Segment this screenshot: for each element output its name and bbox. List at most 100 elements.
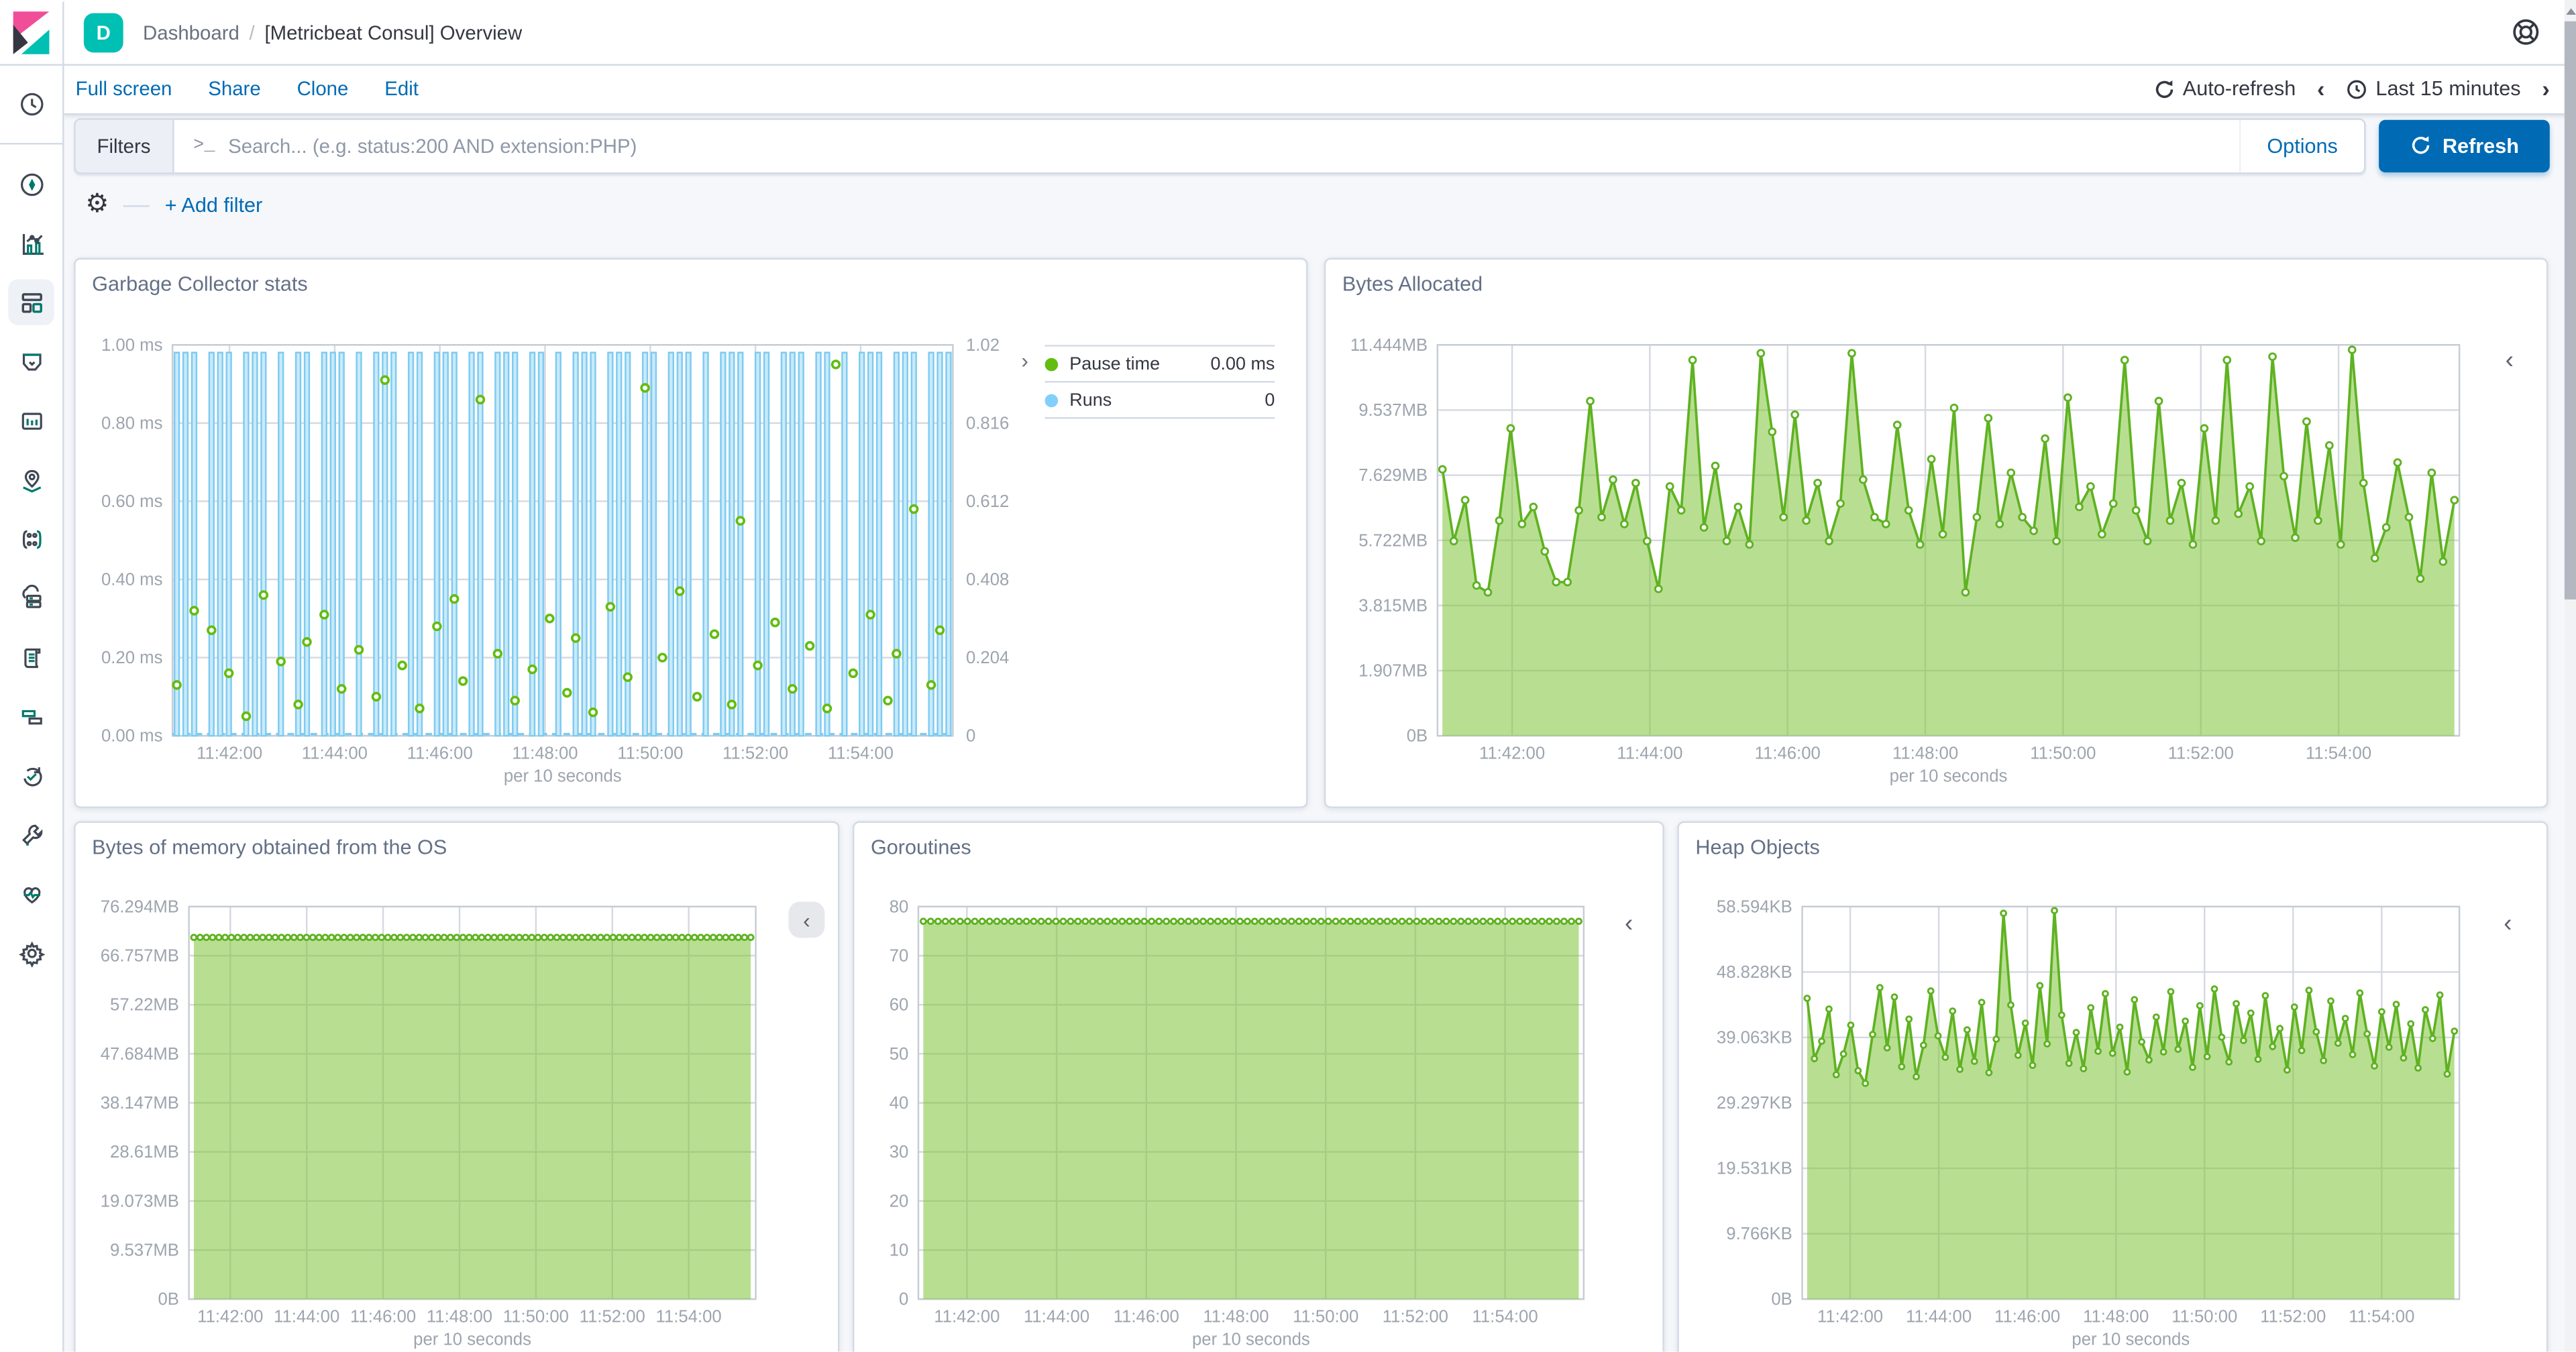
garbage-collector-chart[interactable]: 11:42:00 11:44:00 11:46:00 11:48:00 11:50:00… bbox=[76, 260, 1309, 809]
sidebar-item-reporting[interactable] bbox=[8, 398, 54, 444]
panel-heap-objects: Heap Objects 11:42:00 11:44:00 11:46:00 11:… bbox=[1677, 821, 2550, 1352]
clock-icon bbox=[19, 92, 43, 115]
svg-text:11:42:00: 11:42:00 bbox=[934, 1307, 1000, 1326]
legend-expand-icon[interactable]: ‹ bbox=[2506, 348, 2514, 373]
filter-settings-gear-icon[interactable]: ⚙ bbox=[85, 191, 109, 219]
svg-text:per 10 seconds: per 10 seconds bbox=[2072, 1331, 2190, 1349]
svg-text:11:54:00: 11:54:00 bbox=[1472, 1307, 1538, 1326]
svg-text:0B: 0B bbox=[158, 1290, 178, 1309]
svg-text:19.073MB: 19.073MB bbox=[101, 1192, 179, 1210]
time-back-button[interactable]: ‹ bbox=[2317, 77, 2324, 100]
filter-row: ⚙ + Add filter bbox=[64, 176, 2576, 235]
legend-expand-icon[interactable]: ‹ bbox=[788, 901, 825, 938]
os-memory-chart[interactable]: 11:42:00 11:44:00 11:46:00 11:48:00 11:50:00… bbox=[76, 823, 841, 1352]
filter-dash bbox=[123, 204, 150, 207]
sidebar-item-infrastructure[interactable] bbox=[8, 575, 54, 621]
window-scrollbar[interactable] bbox=[2564, 0, 2576, 1352]
svg-text:11:44:00: 11:44:00 bbox=[1024, 1307, 1089, 1326]
auto-refresh-button[interactable]: Auto-refresh bbox=[2153, 77, 2296, 100]
sidebar-item-maps[interactable] bbox=[8, 457, 54, 503]
svg-text:11:52:00: 11:52:00 bbox=[580, 1307, 645, 1326]
header-bar: D Dashboard / [Metricbeat Consul] Overvi… bbox=[0, 0, 2576, 66]
kibana-logo-icon bbox=[13, 10, 50, 54]
time-forward-button[interactable]: › bbox=[2542, 77, 2549, 100]
legend-expand-icon[interactable]: ‹ bbox=[1625, 911, 1633, 936]
filters-button[interactable]: Filters bbox=[75, 119, 174, 172]
svg-text:11:50:00: 11:50:00 bbox=[503, 1307, 569, 1326]
kibana-window: D Dashboard / [Metricbeat Consul] Overvi… bbox=[0, 0, 2576, 1352]
svg-text:76.294MB: 76.294MB bbox=[101, 897, 179, 916]
svg-text:58.594KB: 58.594KB bbox=[1717, 897, 1792, 916]
legend-collapse-icon[interactable]: › bbox=[1021, 350, 1028, 372]
svg-text:0.816: 0.816 bbox=[966, 414, 1009, 433]
bytes-allocated-chart[interactable]: 11:42:00 11:44:00 11:46:00 11:48:00 11:50:00… bbox=[1326, 260, 2549, 809]
ml-icon bbox=[21, 529, 41, 549]
options-button[interactable]: Options bbox=[2239, 119, 2364, 172]
life-ring-icon bbox=[2513, 19, 2539, 45]
share-button[interactable]: Share bbox=[208, 77, 260, 100]
svg-text:0.00 ms: 0.00 ms bbox=[101, 727, 162, 746]
sidebar-item-recent[interactable] bbox=[8, 80, 54, 127]
add-filter-button[interactable]: + Add filter bbox=[165, 194, 263, 217]
svg-text:11:46:00: 11:46:00 bbox=[407, 744, 473, 763]
kibana-logo[interactable] bbox=[0, 1, 64, 64]
svg-text:11:48:00: 11:48:00 bbox=[2083, 1307, 2149, 1326]
svg-text:47.684MB: 47.684MB bbox=[101, 1045, 179, 1064]
svg-text:11:46:00: 11:46:00 bbox=[1994, 1307, 2060, 1326]
svg-text:11:46:00: 11:46:00 bbox=[350, 1307, 416, 1326]
legend-item-pause-time[interactable]: Pause time 0.00 ms bbox=[1044, 345, 1275, 381]
space-avatar[interactable]: D bbox=[83, 12, 123, 52]
clone-button[interactable]: Clone bbox=[297, 77, 349, 100]
time-range-button[interactable]: Last 15 minutes bbox=[2346, 77, 2521, 100]
svg-text:per 10 seconds: per 10 seconds bbox=[1192, 1331, 1310, 1349]
svg-text:11:44:00: 11:44:00 bbox=[274, 1307, 339, 1326]
svg-text:50: 50 bbox=[890, 1045, 909, 1064]
svg-text:11:48:00: 11:48:00 bbox=[1203, 1307, 1269, 1326]
sidebar-item-apm[interactable] bbox=[8, 693, 54, 739]
sidebar-item-machine-learning[interactable] bbox=[8, 516, 54, 562]
sidebar-item-uptime[interactable] bbox=[8, 752, 54, 799]
search-input[interactable] bbox=[225, 119, 2239, 172]
goroutines-chart[interactable]: 11:42:00 11:44:00 11:46:00 11:48:00 11:50:00… bbox=[854, 823, 1666, 1352]
sidebar-item-dashboard[interactable] bbox=[8, 279, 54, 325]
full-screen-button[interactable]: Full screen bbox=[76, 77, 172, 100]
svg-text:11:54:00: 11:54:00 bbox=[656, 1307, 722, 1326]
legend-expand-icon[interactable]: ‹ bbox=[2504, 911, 2512, 936]
sidebar-item-dev-tools[interactable] bbox=[8, 811, 54, 858]
heap-objects-chart[interactable]: 11:42:00 11:44:00 11:46:00 11:48:00 11:50:00… bbox=[1679, 823, 2550, 1352]
sidebar-item-management[interactable] bbox=[8, 929, 54, 976]
svg-text:30: 30 bbox=[890, 1143, 909, 1162]
scrollbar-thumb[interactable] bbox=[2564, 21, 2576, 600]
sidebar-item-monitoring[interactable] bbox=[8, 870, 54, 917]
svg-text:11:44:00: 11:44:00 bbox=[302, 744, 368, 763]
sidebar-item-canvas[interactable] bbox=[8, 338, 54, 384]
breadcrumb-dashboard[interactable]: Dashboard bbox=[143, 21, 239, 44]
uptime-icon bbox=[22, 766, 42, 786]
legend-dot bbox=[1044, 357, 1059, 371]
canvas-icon bbox=[21, 353, 41, 370]
svg-text:11:42:00: 11:42:00 bbox=[1817, 1307, 1883, 1326]
legend-item-runs[interactable]: Runs 0 bbox=[1044, 381, 1275, 419]
refresh-button[interactable]: Refresh bbox=[2379, 119, 2550, 172]
dashboard-icon bbox=[21, 292, 42, 313]
svg-text:70: 70 bbox=[890, 947, 909, 966]
svg-text:9.537MB: 9.537MB bbox=[1358, 401, 1428, 420]
edit-button[interactable]: Edit bbox=[384, 77, 419, 100]
svg-text:0.40 ms: 0.40 ms bbox=[101, 571, 162, 589]
map-pin-icon bbox=[21, 469, 41, 492]
svg-text:per 10 seconds: per 10 seconds bbox=[413, 1331, 531, 1349]
legend-dot bbox=[1044, 393, 1059, 407]
svg-text:11:48:00: 11:48:00 bbox=[1892, 744, 1958, 763]
help-menu-button[interactable] bbox=[2512, 18, 2540, 46]
scrollbar-up-arrow[interactable] bbox=[2565, 5, 2576, 18]
sidebar-item-visualize[interactable] bbox=[8, 220, 54, 266]
svg-text:66.757MB: 66.757MB bbox=[101, 947, 179, 966]
refresh-icon bbox=[2412, 136, 2429, 154]
svg-text:11:50:00: 11:50:00 bbox=[1293, 1307, 1358, 1326]
svg-text:11:54:00: 11:54:00 bbox=[2306, 744, 2371, 763]
sidebar-item-logs[interactable] bbox=[8, 634, 54, 680]
refresh-icon bbox=[2155, 79, 2173, 97]
sidebar-item-discover[interactable] bbox=[8, 161, 54, 207]
clock-icon bbox=[2347, 79, 2367, 99]
dashboard-toolbar: Full screen Share Clone Edit Auto-refres… bbox=[64, 64, 2576, 115]
